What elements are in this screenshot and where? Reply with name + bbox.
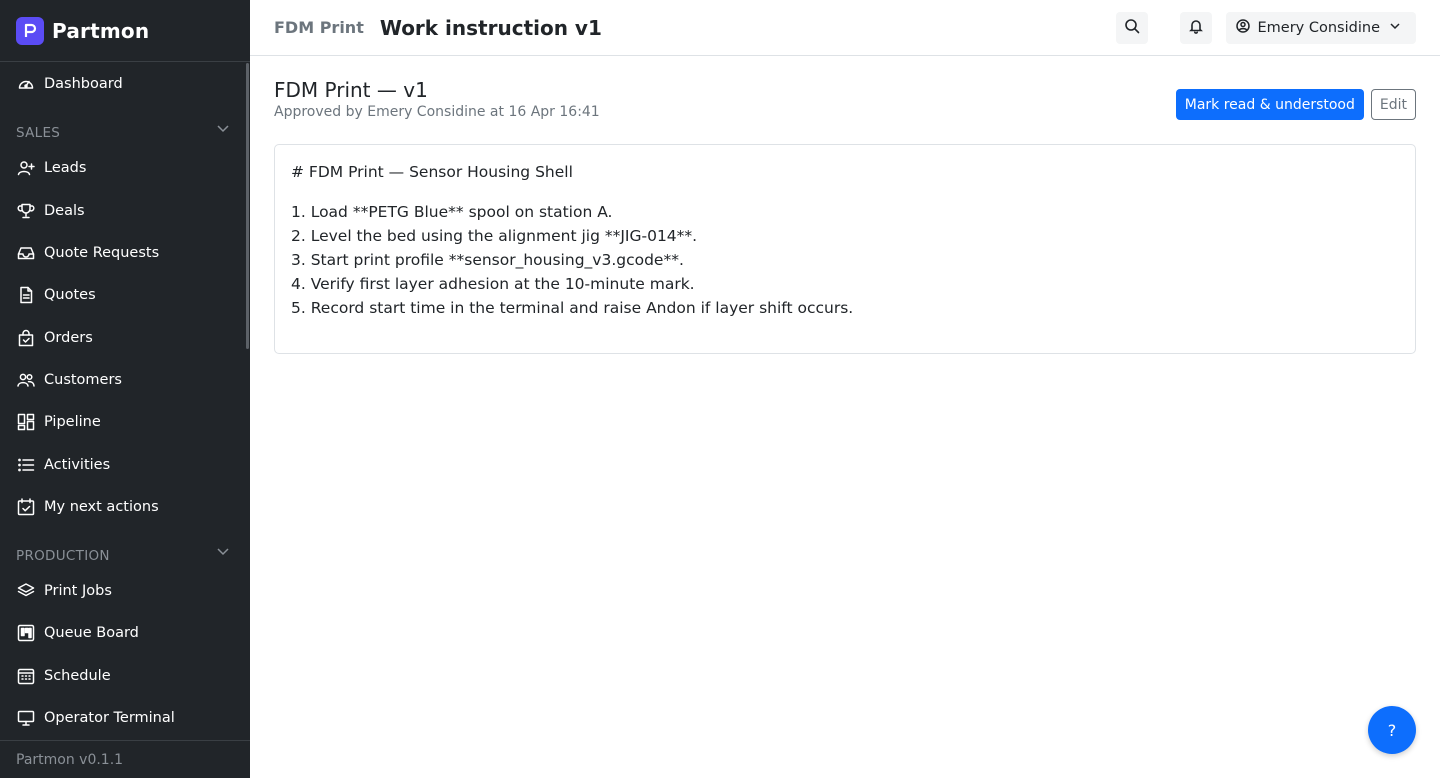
sidebar-item-schedule[interactable]: Schedule — [0, 655, 250, 697]
sidebar-item-operator-terminal[interactable]: Operator Terminal — [0, 697, 250, 739]
app-version: Partmon v0.1.1 — [0, 740, 250, 778]
sidebar-item-label: Orders — [44, 329, 93, 346]
sidebar-item-label: My next actions — [44, 498, 159, 515]
sidebar-item-leads[interactable]: Leads — [0, 147, 250, 189]
inbox-icon — [16, 243, 36, 263]
chevron-down-icon — [216, 121, 230, 141]
breadcrumb[interactable]: FDM Print — [274, 18, 364, 37]
sidebar-item-quote-requests[interactable]: Quote Requests — [0, 232, 250, 274]
sidebar-item-orders[interactable]: Orders — [0, 316, 250, 358]
document-actions: Mark read & understood Edit — [1175, 89, 1416, 120]
calendar-check-icon — [16, 497, 36, 517]
help-button[interactable]: ? — [1368, 706, 1416, 754]
instruction-step: 2. Level the bed using the alignment jig… — [291, 227, 698, 245]
sidebar-item-label: Dashboard — [44, 76, 123, 93]
sidebar-item-my-next-actions[interactable]: My next actions — [0, 486, 250, 528]
sidebar-item-label: Quote Requests — [44, 245, 160, 262]
sidebar-item-label: Deals — [44, 202, 85, 219]
layers-icon — [16, 581, 36, 601]
document-icon — [16, 285, 36, 305]
sidebar-item-dashboard[interactable]: Dashboard — [0, 63, 250, 105]
trophy-icon — [16, 201, 36, 221]
brand-name: Partmon — [52, 18, 150, 43]
instruction-step: 4. Verify first layer adhesion at the 10… — [291, 275, 695, 293]
user-plus-icon — [16, 158, 36, 178]
sidebar-item-label: Print Jobs — [44, 583, 112, 600]
edit-button[interactable]: Edit — [1370, 89, 1416, 120]
sidebar-item-quotes[interactable]: Quotes — [0, 274, 250, 316]
sidebar-item-label: Queue Board — [44, 625, 139, 642]
instruction-step: 1. Load **PETG Blue** spool on station A… — [291, 203, 613, 221]
people-icon — [16, 370, 36, 390]
section-header-sales[interactable]: SALES — [0, 105, 250, 147]
instruction-step: 5. Record start time in the terminal and… — [291, 299, 854, 317]
section-title: SALES — [16, 125, 61, 142]
sidebar-item-queue-board[interactable]: Queue Board — [0, 612, 250, 654]
sidebar-item-deals[interactable]: Deals — [0, 190, 250, 232]
search-button[interactable] — [1115, 12, 1148, 44]
sidebar-scrollbar[interactable] — [246, 63, 249, 349]
sidebar-nav: Dashboard SALES Leads Deals Quote Reques… — [0, 63, 250, 740]
sidebar-item-label: Leads — [44, 160, 87, 177]
sidebar-item-print-jobs[interactable]: Print Jobs — [0, 570, 250, 612]
brand-logo — [16, 16, 44, 45]
sidebar-item-pipeline[interactable]: Pipeline — [0, 401, 250, 443]
user-menu[interactable]: Emery Considine — [1225, 12, 1416, 44]
mark-read-button[interactable]: Mark read & understood — [1175, 89, 1364, 120]
sidebar-item-label: Pipeline — [44, 414, 101, 431]
sidebar-item-label: Customers — [44, 371, 122, 388]
sidebar-item-label: Activities — [44, 456, 111, 473]
instruction-heading: # FDM Print — Sensor Housing Shell — [291, 163, 573, 181]
bell-icon — [1188, 18, 1204, 38]
board-icon — [16, 623, 36, 643]
instruction-step: 3. Start print profile **sensor_housing_… — [291, 251, 684, 269]
chevron-down-icon — [216, 544, 230, 564]
list-icon — [16, 455, 36, 475]
sidebar-item-label: Operator Terminal — [44, 710, 175, 726]
topbar: FDM Print Work instruction v1 Emery Cons… — [250, 0, 1440, 56]
brand-logo-icon — [24, 23, 37, 37]
search-icon — [1124, 18, 1140, 38]
notifications-button[interactable] — [1179, 12, 1212, 44]
user-name: Emery Considine — [1257, 20, 1380, 36]
sidebar-item-activities[interactable]: Activities — [0, 443, 250, 485]
document-header: FDM Print — v1 Approved by Emery Considi… — [274, 78, 1416, 144]
topbar-actions: Emery Considine — [1084, 12, 1416, 44]
dashboard-gauge-icon — [16, 74, 36, 94]
section-header-production[interactable]: PRODUCTION — [0, 528, 250, 570]
sidebar: Partmon Dashboard SALES Leads Deals Quot… — [0, 0, 250, 778]
sidebar-item-customers[interactable]: Customers — [0, 359, 250, 401]
instruction-card: # FDM Print — Sensor Housing Shell 1. Lo… — [274, 144, 1416, 354]
chevron-down-icon — [1388, 19, 1402, 37]
main-content: FDM Print — v1 Approved by Emery Considi… — [274, 78, 1416, 354]
brand[interactable]: Partmon — [0, 0, 250, 62]
user-circle-icon — [1235, 19, 1250, 37]
sidebar-item-label: Schedule — [44, 667, 111, 684]
monitor-icon — [16, 708, 36, 728]
calendar-grid-icon — [16, 666, 36, 686]
kanban-icon — [16, 412, 36, 432]
page-title: Work instruction v1 — [379, 15, 602, 40]
bag-check-icon — [16, 328, 36, 348]
section-title: PRODUCTION — [16, 547, 110, 564]
sidebar-item-label: Quotes — [44, 287, 96, 304]
